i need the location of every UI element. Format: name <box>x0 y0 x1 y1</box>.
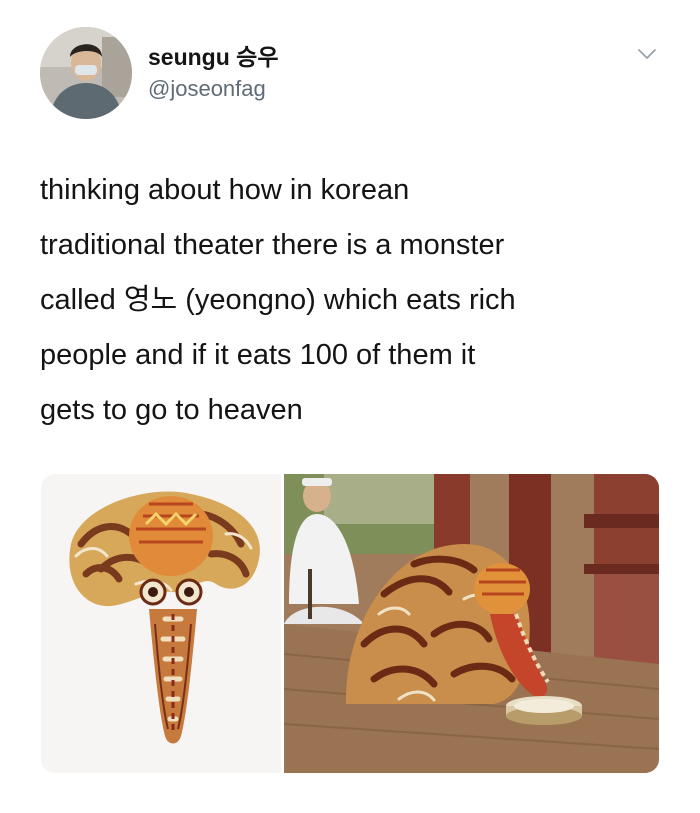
avatar[interactable] <box>40 27 132 119</box>
tweet-text-line: gets to go to heaven <box>40 394 303 426</box>
tweet-card: seungu 승우 @joseonfag thinking about how … <box>0 0 700 813</box>
user-handle[interactable]: @joseonfag <box>148 75 279 103</box>
tweet-text-line: called 영노 (yeongno) which eats rich <box>40 284 516 316</box>
tweet-text: thinking about how in korean traditional… <box>40 163 670 438</box>
media-grid <box>41 474 659 773</box>
user-info: seungu 승우 @joseonfag <box>148 43 279 103</box>
chevron-down-icon[interactable] <box>636 46 658 62</box>
tweet-text-line: traditional theater there is a monster <box>40 229 505 261</box>
avatar-image <box>40 27 132 119</box>
display-name[interactable]: seungu 승우 <box>148 43 279 71</box>
tweet-text-line: thinking about how in korean <box>40 174 410 206</box>
tweet-text-line: people and if it eats 100 of them it <box>40 339 476 371</box>
media-photo-mask[interactable] <box>41 474 281 773</box>
media-photo-performance[interactable] <box>284 474 659 773</box>
